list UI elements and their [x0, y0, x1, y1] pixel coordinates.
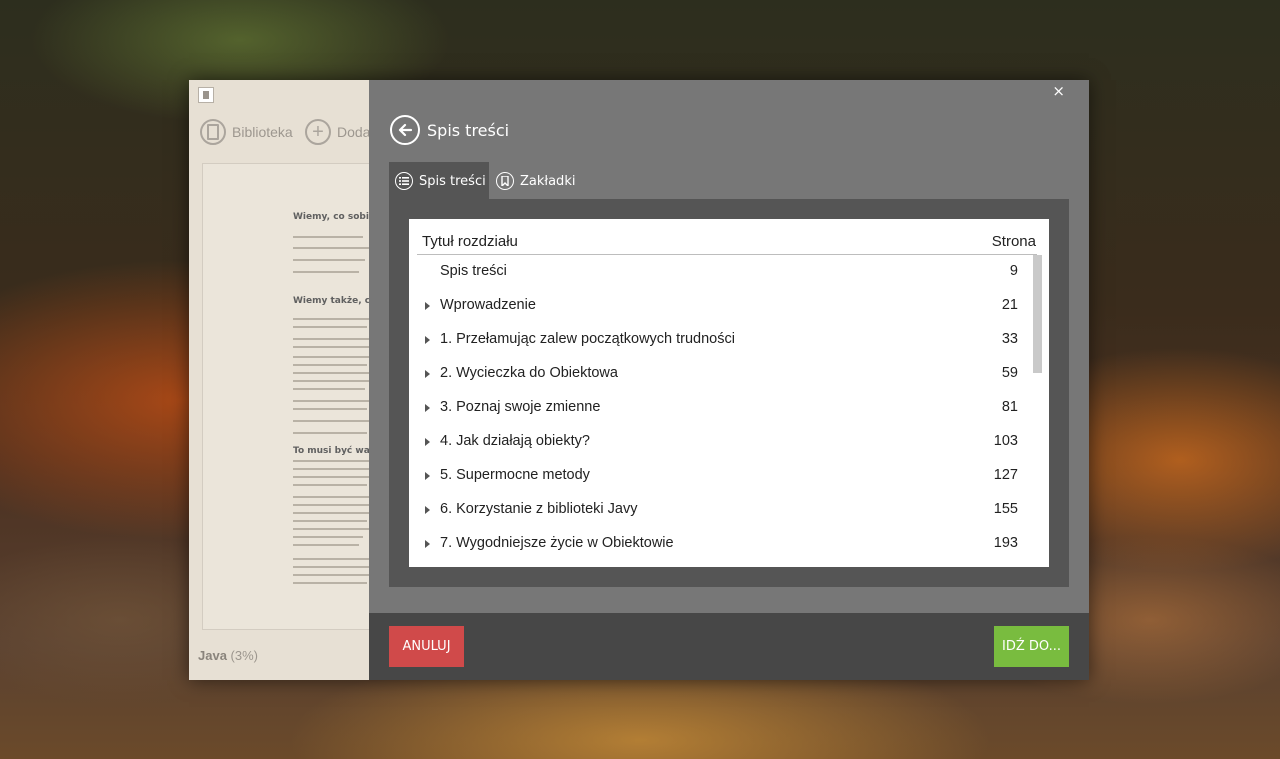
expand-arrow-icon[interactable]: [425, 540, 430, 548]
preview-heading: Wiemy, co sobie m: [293, 212, 371, 222]
add-button[interactable]: + Doda: [305, 117, 370, 147]
toc-row[interactable]: 2. Wycieczka do Obiektowa 59: [417, 357, 1029, 391]
toc-row-page: 155: [993, 501, 1018, 517]
toc-header: Tytuł rozdziału Strona: [417, 229, 1037, 255]
toc-row-title: Spis treści: [440, 263, 507, 279]
toc-row-page: 81: [1001, 399, 1018, 415]
list-icon: [395, 172, 413, 190]
toc-row-title: 7. Wygodniejsze życie w Obiektowie: [440, 535, 674, 551]
expand-arrow-icon[interactable]: [425, 370, 430, 378]
toc-row[interactable]: 5. Supermocne metody 127: [417, 459, 1029, 493]
cancel-button[interactable]: ANULUJ: [389, 626, 464, 667]
book-name: Java: [198, 648, 227, 663]
page-preview[interactable]: Wiemy, co sobie m Wiemy także, co s To m…: [202, 163, 372, 630]
toc-row-title: 2. Wycieczka do Obiektowa: [440, 365, 618, 381]
toc-row[interactable]: Spis treści 9: [417, 255, 1029, 289]
expand-arrow-icon[interactable]: [425, 438, 430, 446]
preview-heading: To musi być ważne!: [293, 446, 371, 456]
tab-toc-label: Spis treści: [419, 173, 486, 189]
reader-window: Biblioteka + Doda Wiemy, co sobie m Wiem…: [189, 80, 1089, 680]
expand-arrow-icon[interactable]: [425, 472, 430, 480]
reading-status: Java (3%): [198, 648, 258, 663]
book-icon: [200, 119, 226, 145]
toc-table: Tytuł rozdziału Strona Spis treści 9 Wpr…: [409, 219, 1049, 567]
expand-arrow-icon[interactable]: [425, 404, 430, 412]
toc-row-title: 4. Jak działają obiekty?: [440, 433, 590, 449]
toc-row-page: 103: [993, 433, 1018, 449]
toc-row-page: 21: [1001, 297, 1018, 313]
add-label: Doda: [337, 124, 371, 140]
arrow-left-icon: [398, 123, 413, 137]
reader-sidebar: Biblioteka + Doda Wiemy, co sobie m Wiem…: [189, 80, 372, 680]
toc-row-title: 6. Korzystanie z biblioteki Javy: [440, 501, 638, 517]
toc-row[interactable]: 1. Przełamując zalew początkowych trudno…: [417, 323, 1029, 357]
toc-rows: Spis treści 9 Wprowadzenie 21 1. Przełam…: [417, 255, 1029, 561]
toc-row[interactable]: 6. Korzystanie z biblioteki Javy 155: [417, 493, 1029, 527]
toc-row[interactable]: 7. Wygodniejsze życie w Obiektowie 193: [417, 527, 1029, 561]
toc-row[interactable]: 4. Jak działają obiekty? 103: [417, 425, 1029, 459]
preview-heading: Wiemy także, co s: [293, 296, 371, 306]
toc-row-page: 193: [993, 535, 1018, 551]
expand-arrow-icon[interactable]: [425, 506, 430, 514]
expand-arrow-icon[interactable]: [425, 302, 430, 310]
toc-panel: Tytuł rozdziału Strona Spis treści 9 Wpr…: [389, 199, 1069, 587]
toc-row-page: 127: [993, 467, 1018, 483]
library-label: Biblioteka: [232, 124, 293, 140]
go-to-button[interactable]: IDŹ DO...: [994, 626, 1069, 667]
library-button[interactable]: Biblioteka: [200, 117, 293, 147]
reading-progress: (3%): [230, 648, 258, 663]
toc-row-title: Wprowadzenie: [440, 297, 536, 313]
scrollbar-thumb[interactable]: [1033, 255, 1042, 373]
toc-row-page: 59: [1001, 365, 1018, 381]
toc-row-title: 1. Przełamując zalew początkowych trudno…: [440, 331, 735, 347]
tab-toc[interactable]: Spis treści: [389, 162, 489, 200]
column-header-page[interactable]: Strona: [992, 233, 1036, 250]
back-button[interactable]: [390, 115, 420, 145]
expand-arrow-icon[interactable]: [425, 336, 430, 344]
toc-row[interactable]: 3. Poznaj swoje zmienne 81: [417, 391, 1029, 425]
toc-row-title: 3. Poznaj swoje zmienne: [440, 399, 601, 415]
toc-row[interactable]: Wprowadzenie 21: [417, 289, 1029, 323]
bookmark-icon: [496, 172, 514, 190]
toc-row-page: 9: [1009, 263, 1018, 279]
tab-bookmarks-label: Zakładki: [520, 173, 576, 189]
toc-row-title: 5. Supermocne metody: [440, 467, 590, 483]
dialog-footer: ANULUJ IDŹ DO...: [369, 613, 1089, 680]
toc-row-page: 33: [1001, 331, 1018, 347]
app-icon: [198, 87, 214, 103]
close-icon[interactable]: ×: [1052, 82, 1065, 100]
dialog-title: Spis treści: [427, 121, 510, 140]
toc-dialog: × Spis treści Spis treści Zakładki Tytuł…: [369, 80, 1089, 680]
plus-icon: +: [305, 119, 331, 145]
column-header-title[interactable]: Tytuł rozdziału: [422, 233, 518, 250]
tab-bookmarks[interactable]: Zakładki: [494, 162, 575, 200]
